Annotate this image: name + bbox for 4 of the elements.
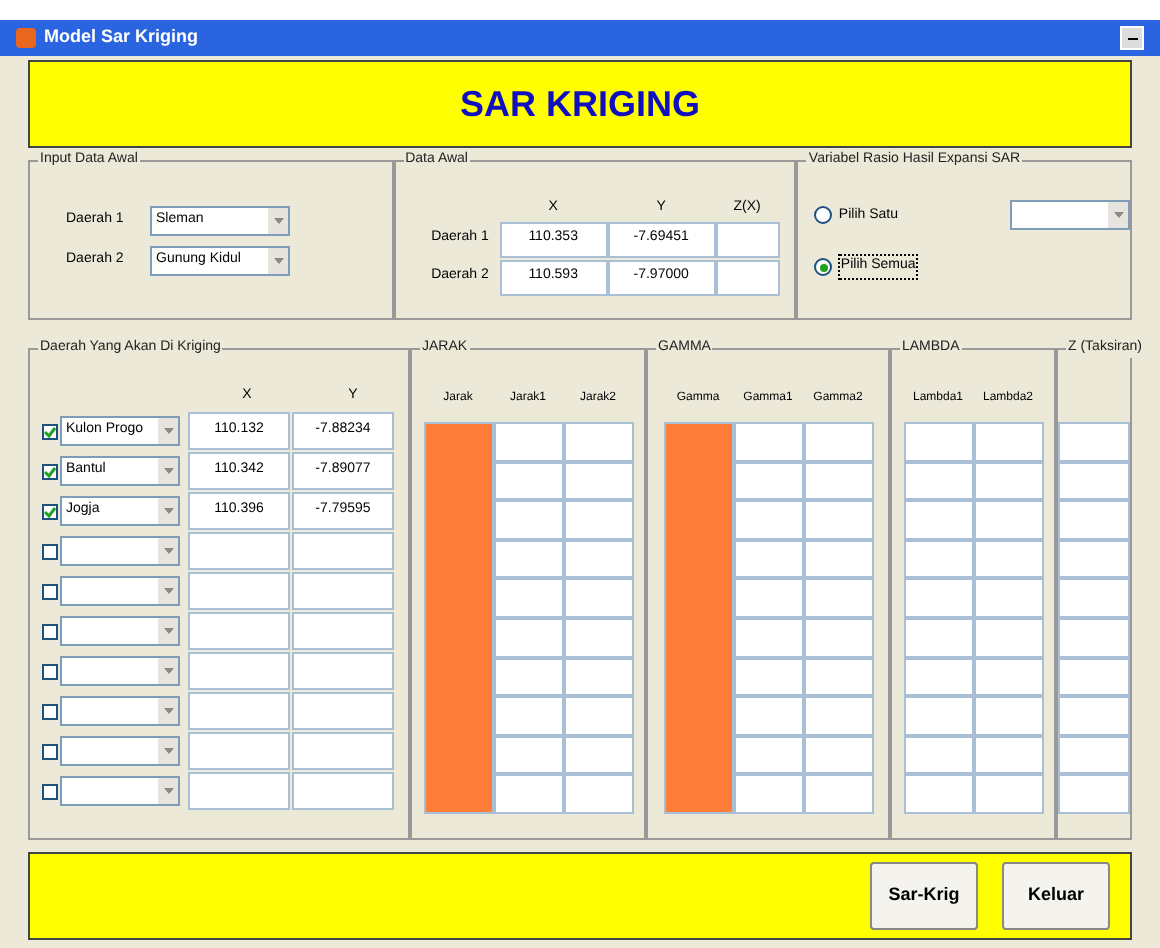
header-banner: SAR KRIGING [28,60,1132,148]
action-button[interactable]: Sar-Krig [870,862,978,930]
action-button[interactable]: Keluar [1002,862,1110,930]
window-title: Model Sar Kriging [44,24,199,51]
